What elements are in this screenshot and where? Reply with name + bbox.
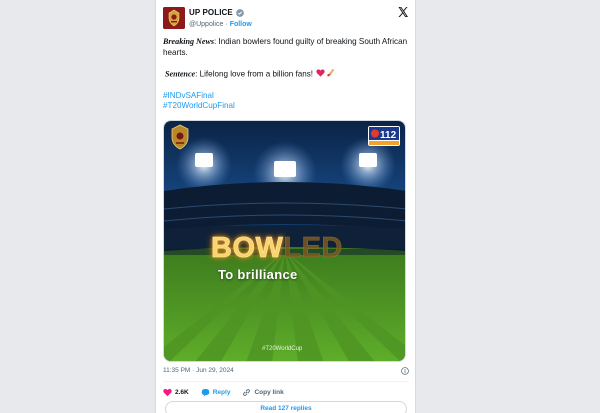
breaking-news-label: Breaking News	[163, 37, 215, 46]
post-timestamp[interactable]: 11:35 PM · Jun 29, 2024	[163, 367, 234, 374]
copy-link-button[interactable]: Copy link	[242, 388, 284, 397]
emergency-112-badge: 112	[368, 126, 400, 146]
like-count: 2.6K	[175, 388, 189, 396]
reply-label: Reply	[212, 388, 231, 396]
handle-row: @Uppolice · Follow	[189, 19, 252, 29]
link-icon	[243, 388, 251, 396]
cricket-bat-emoji-icon	[326, 68, 336, 81]
heart-icon	[163, 388, 172, 396]
post-header: UP POLICE @Uppolice · Follow	[163, 5, 409, 31]
headline-bowled: BOWLED	[211, 232, 343, 264]
copy-link-label: Copy link	[254, 388, 284, 396]
x-logo-icon[interactable]	[397, 6, 409, 18]
post-metadata: 11:35 PM · Jun 29, 2024	[163, 367, 409, 377]
post-image[interactable]: 112 BOWLED To brilliance #T20WorldCup	[163, 120, 406, 362]
police-emblem-icon	[163, 7, 185, 29]
page-background-left	[0, 0, 155, 413]
action-divider	[163, 381, 409, 382]
headline-dim: LED	[283, 232, 343, 264]
heart-emoji-icon	[316, 68, 325, 81]
author-handle[interactable]: @Uppolice	[189, 21, 223, 28]
post-line-sentence: Sentence: Lifelong love from a billion f…	[163, 68, 411, 81]
reply-icon	[201, 388, 210, 396]
page-background-right	[416, 0, 600, 413]
hashtag-list: #INDvSAFinal #T20WorldCupFinal	[163, 91, 411, 112]
headline-tagline: To brilliance	[218, 267, 298, 282]
embedded-post-card: UP POLICE @Uppolice · Follow Breaking Ne…	[155, 0, 416, 413]
author-row: UP POLICE	[189, 7, 244, 18]
read-replies-button[interactable]: Read 127 replies	[165, 401, 407, 413]
sentence-text: : Lifelong love from a billion fans!	[195, 69, 313, 79]
post-line-breaking-news: Breaking News: Indian bowlers found guil…	[163, 37, 411, 58]
action-bar: 2.6K Reply Copy link	[163, 386, 284, 398]
police-emblem-icon	[169, 124, 191, 150]
separator-dot: ·	[225, 20, 228, 28]
author-name[interactable]: UP POLICE	[189, 8, 233, 17]
reply-button[interactable]: Reply	[201, 388, 231, 397]
info-icon[interactable]	[401, 367, 409, 375]
hashtag-link[interactable]: #INDvSAFinal	[163, 91, 214, 100]
badge-number: 112	[380, 130, 397, 141]
sentence-label: Sentence	[165, 69, 196, 79]
hashtag-link[interactable]: #T20WorldCupFinal	[163, 101, 235, 110]
verified-badge-icon	[236, 8, 244, 17]
like-button[interactable]: 2.6K	[163, 388, 189, 397]
post-body: Breaking News: Indian bowlers found guil…	[163, 37, 411, 112]
image-hashtag: #T20WorldCup	[262, 346, 303, 352]
avatar[interactable]	[163, 7, 185, 29]
headline-lit: BOW	[211, 232, 284, 264]
follow-button[interactable]: Follow	[230, 21, 252, 28]
